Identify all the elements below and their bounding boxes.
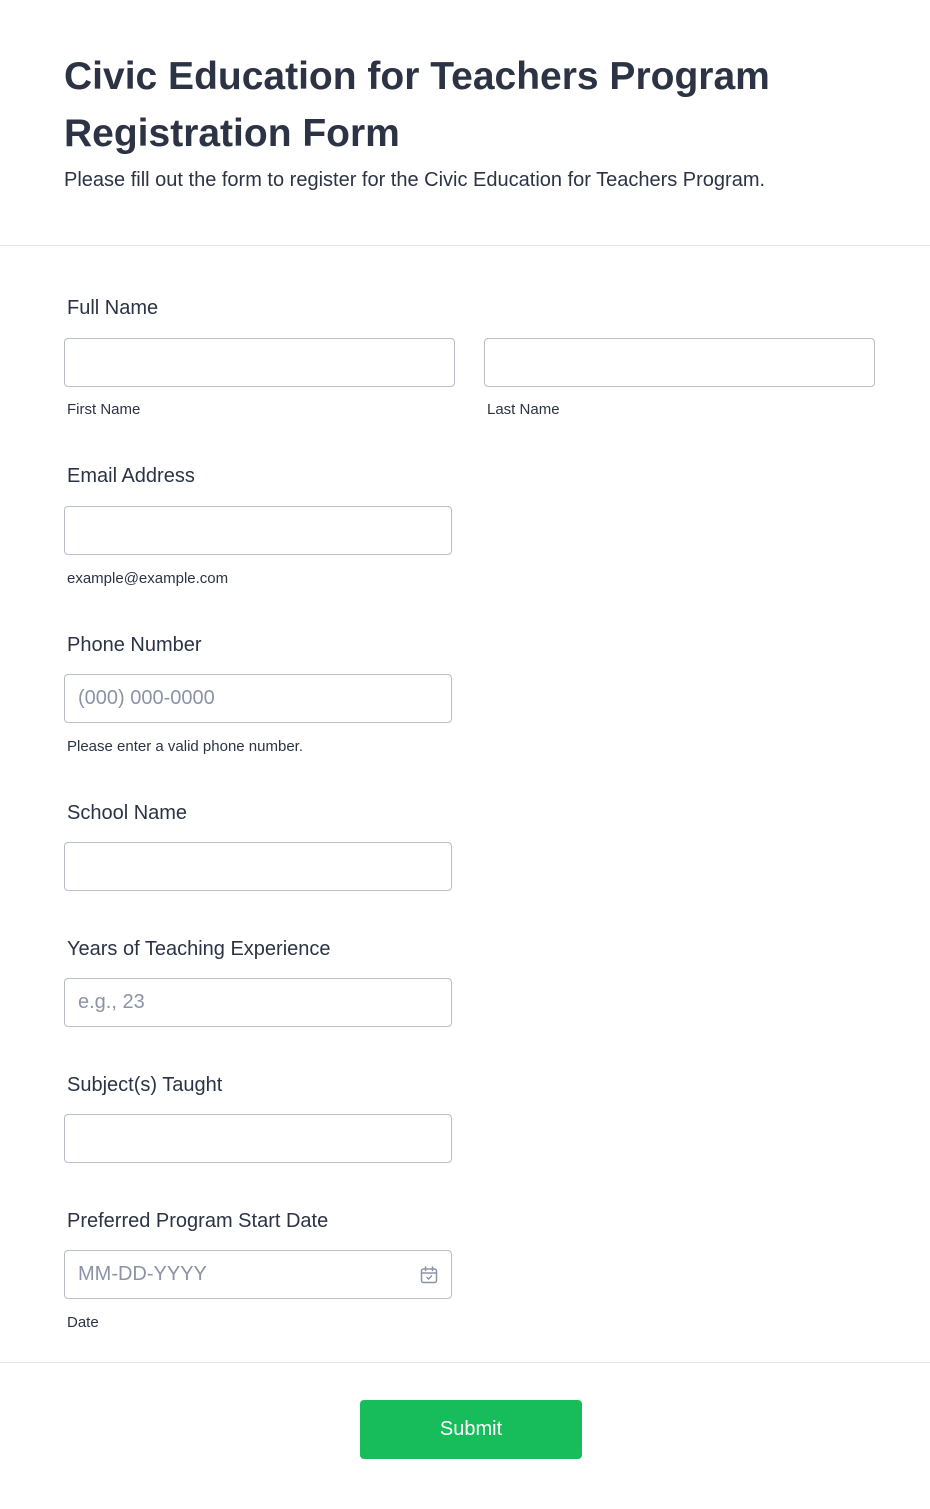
school-label: School Name	[67, 802, 188, 824]
page-title: Civic Education for Teachers Program Reg…	[64, 55, 770, 155]
phone-input[interactable]	[64, 674, 452, 723]
page-subtitle: Please fill out the form to register for…	[64, 169, 766, 191]
experience-label: Years of Teaching Experience	[67, 938, 331, 960]
calendar-icon[interactable]	[419, 1265, 439, 1285]
email-field[interactable]	[64, 506, 452, 555]
email-sublabel: example@example.com	[67, 570, 229, 587]
email-label: Email Address	[67, 465, 195, 487]
full-name-label: Full Name	[67, 297, 159, 319]
start-date-sublabel: Date	[67, 1314, 99, 1331]
footer-divider	[0, 1362, 930, 1363]
experience-input[interactable]	[64, 978, 452, 1027]
submit-button[interactable]: Submit	[360, 1400, 582, 1459]
subjects-input[interactable]	[64, 1114, 452, 1163]
last-name-input[interactable]	[484, 338, 875, 387]
first-name-input[interactable]	[64, 338, 455, 387]
subjects-label: Subject(s) Taught	[67, 1074, 223, 1096]
start-date-label: Preferred Program Start Date	[67, 1210, 329, 1232]
form-header: Civic Education for Teachers Program Reg…	[0, 0, 930, 246]
start-date-input[interactable]	[64, 1250, 452, 1299]
phone-label: Phone Number	[67, 634, 202, 656]
phone-sublabel: Please enter a valid phone number.	[67, 738, 303, 755]
first-name-sublabel: First Name	[67, 401, 141, 418]
last-name-sublabel: Last Name	[487, 401, 560, 418]
school-input[interactable]	[64, 842, 452, 891]
